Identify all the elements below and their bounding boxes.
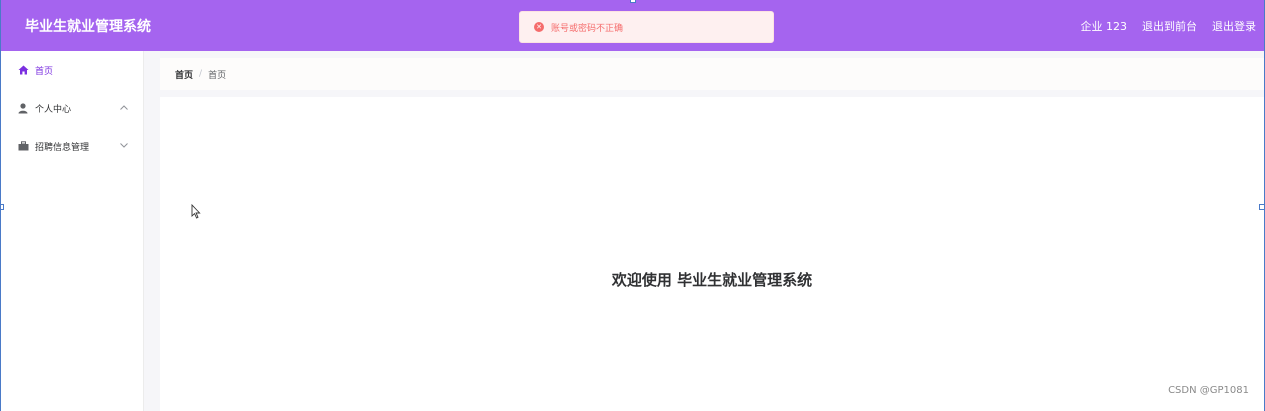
breadcrumb-separator: / — [199, 69, 203, 79]
user-label: 企业 123 — [1080, 19, 1128, 33]
sidebar-item-recruitment[interactable]: 招聘信息管理 — [1, 127, 144, 165]
breadcrumb-home[interactable]: 首页 — [175, 68, 193, 81]
sidebar-item-label: 个人中心 — [35, 104, 72, 115]
main-panel: 欢迎使用 毕业生就业管理系统 — [160, 97, 1264, 411]
breadcrumb-current: 首页 — [208, 70, 227, 81]
watermark: CSDN @GP1081 — [1168, 385, 1249, 396]
logout-link[interactable]: 退出登录 — [1212, 18, 1256, 34]
app-window: 毕业生就业管理系统 企业 123 退出到前台 退出登录 ✕ 账号或密码不正确 首… — [0, 0, 1265, 411]
resize-handle-top[interactable] — [630, 0, 636, 3]
resize-handle-left[interactable] — [1, 204, 4, 210]
sidebar-item-label: 招聘信息管理 — [35, 142, 90, 153]
chevron-up-icon — [119, 102, 129, 112]
breadcrumb: 首页 / 首页 — [160, 58, 1264, 90]
back-to-front-link[interactable]: 退出到前台 — [1142, 18, 1197, 34]
error-circle-icon: ✕ — [534, 22, 544, 32]
user-icon — [17, 102, 29, 114]
home-icon — [17, 64, 29, 76]
sidebar: 首页 个人中心 招聘信息管理 — [1, 51, 144, 411]
welcome-heading: 欢迎使用 毕业生就业管理系统 — [611, 271, 813, 289]
sidebar-item-label: 首页 — [35, 66, 54, 77]
mouse-cursor-icon — [191, 203, 201, 219]
header-actions: 企业 123 退出到前台 退出登录 — [1066, 18, 1257, 34]
error-toast: ✕ 账号或密码不正确 — [519, 11, 774, 43]
briefcase-icon — [17, 140, 29, 152]
chevron-down-icon — [119, 140, 129, 150]
toast-message: 账号或密码不正确 — [551, 23, 624, 34]
sidebar-item-personal-center[interactable]: 个人中心 — [1, 89, 144, 127]
app-title: 毕业生就业管理系统 — [25, 18, 151, 35]
resize-handle-right[interactable] — [1259, 204, 1264, 210]
sidebar-item-home[interactable]: 首页 — [1, 51, 144, 89]
